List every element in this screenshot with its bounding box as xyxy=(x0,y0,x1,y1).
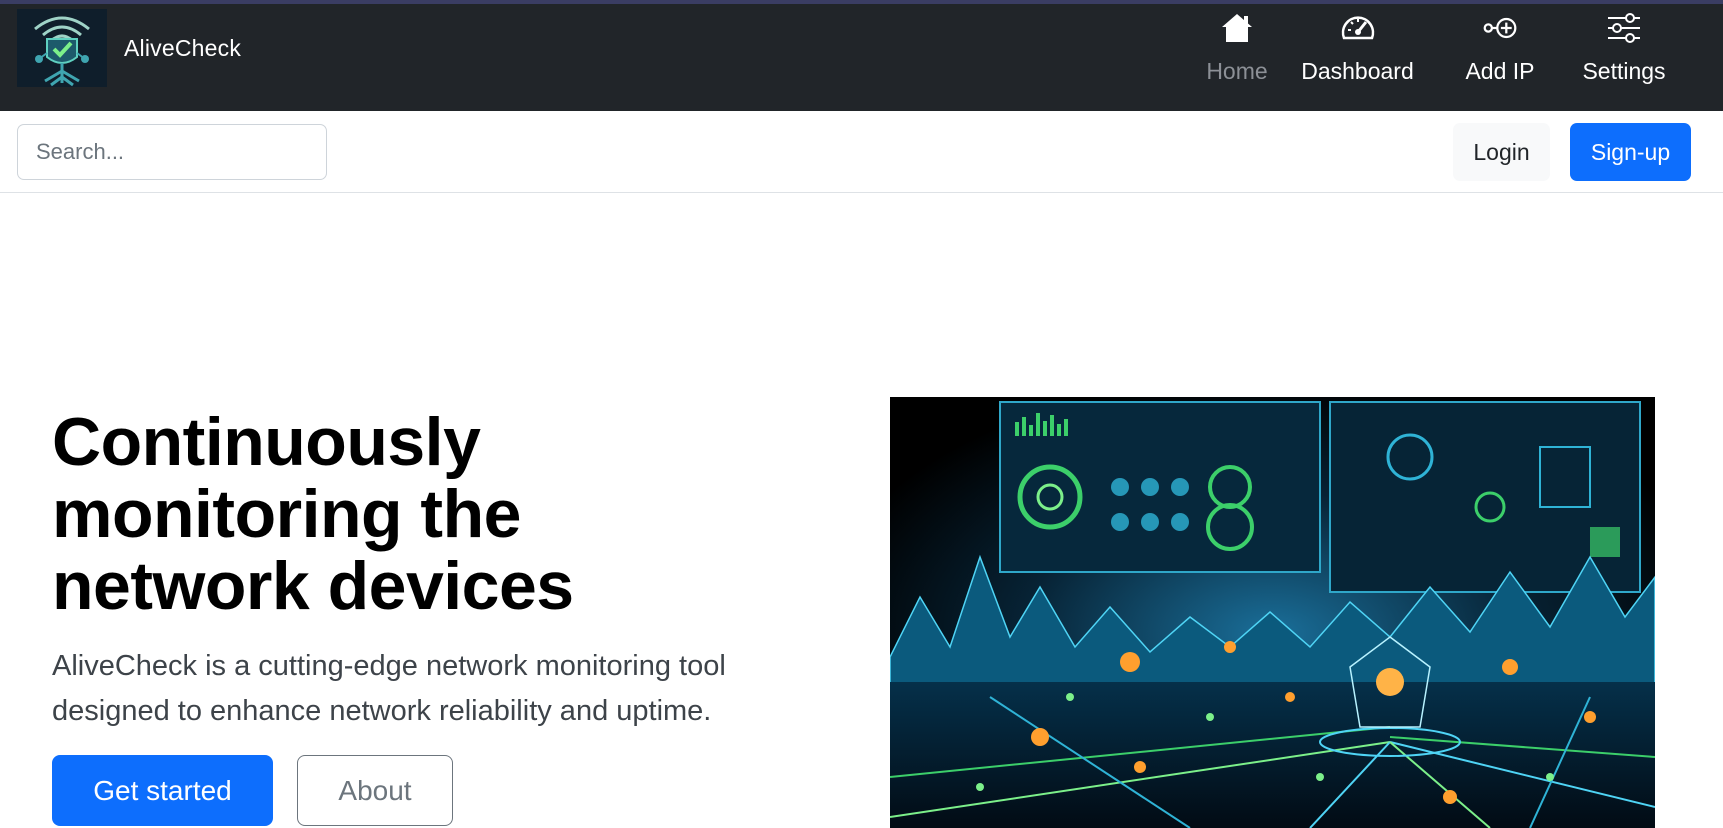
get-started-button[interactable]: Get started xyxy=(52,755,273,826)
house-icon xyxy=(1219,10,1255,46)
app-logo-icon xyxy=(17,9,107,87)
search-input[interactable] xyxy=(17,124,327,180)
nav-settings[interactable]: Settings xyxy=(1577,10,1671,85)
hero-title: Continuously monitoring the network devi… xyxy=(52,404,574,624)
node-plus-icon xyxy=(1482,10,1518,46)
speedometer-icon xyxy=(1340,10,1376,46)
sliders-icon xyxy=(1606,10,1642,46)
brand-name: AliveCheck xyxy=(124,34,242,61)
nav-add-ip[interactable]: Add IP xyxy=(1457,10,1543,85)
login-button[interactable]: Login xyxy=(1453,123,1550,181)
nav-dashboard-label: Dashboard xyxy=(1301,58,1414,84)
about-button[interactable]: About xyxy=(297,755,453,826)
nav-dashboard[interactable]: Dashboard xyxy=(1295,10,1420,85)
signup-button[interactable]: Sign-up xyxy=(1570,123,1691,181)
nav-add-ip-label: Add IP xyxy=(1465,58,1535,84)
top-navbar: AliveCheck Home Dashboard Add IP Setting… xyxy=(0,4,1723,111)
search-bar-row: Login Sign-up xyxy=(0,111,1723,193)
nav-home-label: Home xyxy=(1206,58,1268,84)
hero-image xyxy=(890,397,1655,828)
nav-home[interactable]: Home xyxy=(1182,10,1292,85)
brand[interactable]: AliveCheck xyxy=(17,9,241,87)
nav-settings-label: Settings xyxy=(1582,58,1666,84)
hero-lead: AliveCheck is a cutting-edge network mon… xyxy=(52,650,726,727)
